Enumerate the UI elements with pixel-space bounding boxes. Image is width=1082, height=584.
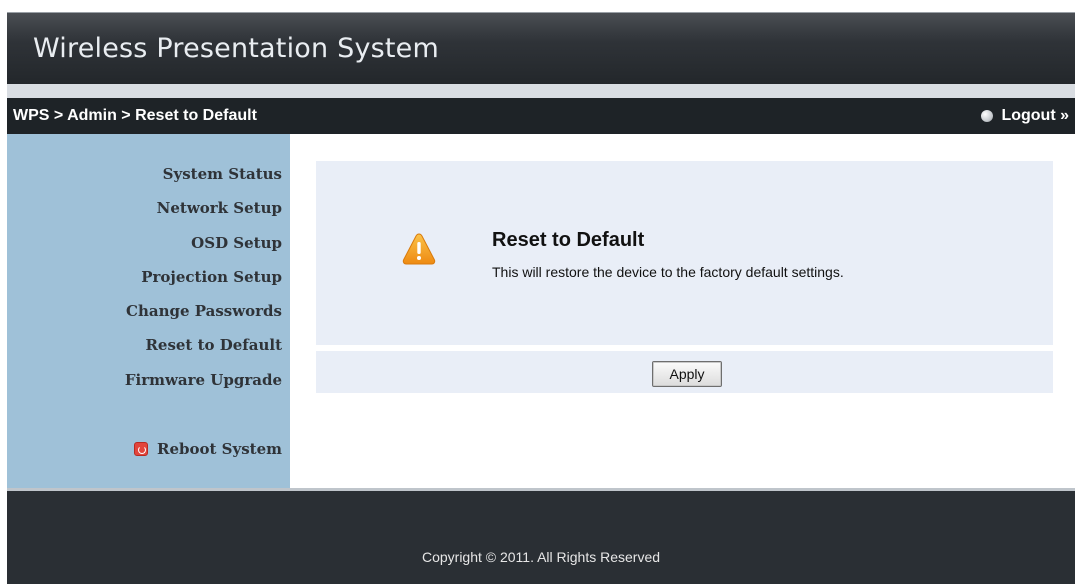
- sidebar-item-network-setup[interactable]: Network Setup: [157, 199, 282, 217]
- breadcrumb-bar: WPS > Admin > Reset to Default Logout »: [7, 98, 1075, 134]
- reset-panel: Reset to Default This will restore the d…: [316, 161, 1053, 345]
- page-title: Reset to Default: [492, 229, 645, 251]
- power-icon: [134, 442, 148, 456]
- sidebar-item-system-status[interactable]: System Status: [163, 165, 282, 183]
- warning-icon: [402, 233, 436, 265]
- sidebar-item-change-passwords[interactable]: Change Passwords: [126, 302, 282, 320]
- reset-description: This will restore the device to the fact…: [492, 264, 844, 280]
- header-banner: Wireless Presentation System: [7, 12, 1075, 84]
- sidebar-item-projection-setup[interactable]: Projection Setup: [141, 268, 282, 286]
- app-title: Wireless Presentation System: [33, 33, 439, 64]
- reboot-system-link[interactable]: Reboot System: [134, 440, 282, 458]
- sidebar-item-osd-setup[interactable]: OSD Setup: [191, 234, 282, 252]
- sidebar: System Status Network Setup OSD Setup Pr…: [7, 134, 290, 488]
- copyright-text: Copyright © 2011. All Rights Reserved: [421, 549, 661, 565]
- action-row: Apply: [316, 351, 1053, 393]
- header-divider: [7, 84, 1075, 98]
- sidebar-item-reset-to-default[interactable]: Reset to Default: [145, 336, 282, 354]
- sidebar-item-firmware-upgrade[interactable]: Firmware Upgrade: [125, 371, 282, 389]
- logout-label: Logout »: [1001, 107, 1069, 124]
- main-content: Reset to Default This will restore the d…: [290, 134, 1075, 488]
- footer: Copyright © 2011. All Rights Reserved: [7, 491, 1075, 584]
- apply-button[interactable]: Apply: [652, 361, 722, 387]
- breadcrumb: WPS > Admin > Reset to Default: [13, 107, 257, 124]
- page-frame: Wireless Presentation System WPS > Admin…: [7, 0, 1075, 584]
- logout-icon: [981, 110, 994, 122]
- reboot-label: Reboot System: [157, 440, 282, 458]
- logout-link[interactable]: Logout »: [981, 107, 1069, 125]
